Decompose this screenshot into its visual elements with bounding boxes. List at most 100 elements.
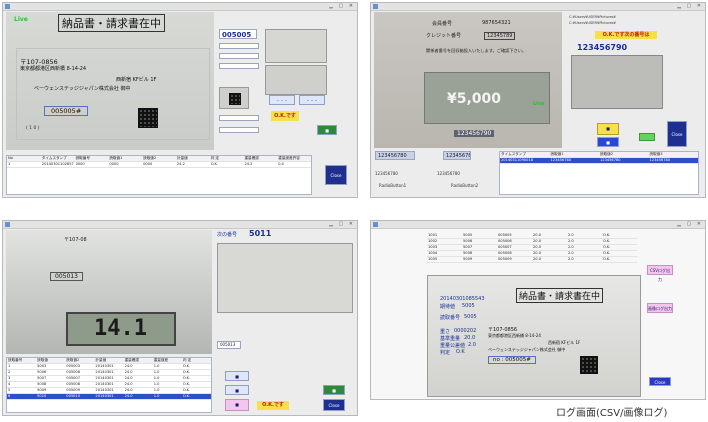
scale-reading: 14.1 bbox=[94, 316, 147, 341]
window-controls[interactable]: ▁ ▢ ✕ bbox=[677, 222, 703, 227]
live-indicator: Live bbox=[533, 101, 545, 107]
camera-view: 会員番号 987654321 クレジット番号 12345789 関係者番号を回収… bbox=[374, 12, 562, 148]
path-text-2: C:¥Users¥USER¥Pictures¥ bbox=[569, 21, 616, 25]
window-controls[interactable]: ▁ ▢ ✕ bbox=[677, 4, 703, 9]
input-field-3[interactable] bbox=[219, 63, 259, 69]
log-cell: 2.0 bbox=[568, 257, 574, 261]
judge-label: 判定 bbox=[440, 350, 451, 356]
column-header: 読取値1 bbox=[109, 156, 123, 160]
action-button-1[interactable]: ■ bbox=[225, 371, 249, 381]
window-controls[interactable]: ▁ ▢ ✕ bbox=[329, 4, 355, 9]
table-cell: 24.2 bbox=[244, 162, 253, 166]
table-cell: 24.0 bbox=[124, 370, 133, 374]
action-button-2[interactable]: ■ bbox=[225, 385, 249, 395]
scan-number-large: 123456790 bbox=[577, 43, 628, 52]
input-field-4[interactable] bbox=[219, 115, 259, 121]
close-button[interactable]: Close bbox=[649, 377, 671, 386]
log-cell: 20.0 bbox=[533, 233, 542, 237]
close-button[interactable]: Close bbox=[323, 399, 345, 411]
input-field-5[interactable] bbox=[219, 127, 259, 133]
radio-button-1[interactable]: RadioButton1 bbox=[379, 183, 406, 188]
table-row-selected[interactable]: 6 5010 005010 20140301 24.0 1.0 O.K. bbox=[7, 394, 211, 400]
input-field-2[interactable] bbox=[219, 53, 259, 59]
timestamp-text: 20140301085543 bbox=[440, 296, 485, 302]
log-cell: 5005 bbox=[463, 233, 473, 237]
table-cell: 20140301 bbox=[95, 388, 114, 392]
code-field: 005013 bbox=[217, 341, 241, 349]
log-cell: 5007 bbox=[463, 245, 473, 249]
card-label: クレジット番号 bbox=[426, 33, 462, 39]
column-header: 判 定 bbox=[182, 358, 192, 362]
close-button[interactable]: Close bbox=[325, 165, 347, 185]
column-header: タイムスタンプ bbox=[501, 152, 526, 156]
address-text: 東京都都港区西新橋 8-14-24 bbox=[488, 333, 541, 338]
window-controls[interactable]: ▁ ▢ ✕ bbox=[329, 222, 355, 227]
table-cell: 20140301102857 bbox=[41, 162, 74, 166]
document-thumbnail bbox=[217, 243, 353, 313]
panel-log-screen: ▁ ▢ ✕ 1001 5005 005005 20.0 2.0 O.K. 1002 5006… bbox=[370, 220, 706, 400]
log-cell: 005008 bbox=[498, 251, 512, 255]
results-table: No タイムスタンプ 読取番号 読取値1 読取値2 計量値 判 定 重量確認 重… bbox=[6, 155, 312, 195]
weight-value: 0000202 bbox=[454, 328, 477, 334]
table-cell: 005009 bbox=[66, 388, 80, 392]
action-button-1[interactable]: ・・・ bbox=[269, 95, 295, 105]
green-button[interactable]: ■ bbox=[317, 125, 337, 135]
judge-value: O.K bbox=[456, 349, 465, 355]
green-button[interactable] bbox=[639, 133, 655, 141]
table-row-selected[interactable]: 20140311090018 123456780 123456780 12345… bbox=[500, 158, 698, 164]
table-cell: O.K. bbox=[182, 382, 191, 386]
table-row[interactable]: 1 20140301102857 0000 0000 0000 24.2 O.K… bbox=[7, 162, 311, 168]
panel-card-check: ▁ ▢ ✕ 会員番号 987654321 クレジット番号 12345789 関係… bbox=[370, 2, 706, 198]
column-header: 読取値1 bbox=[550, 152, 564, 156]
member-value: 987654321 bbox=[482, 20, 511, 26]
log-cell: 2.0 bbox=[568, 233, 574, 237]
note-text: 関係者番号を回収箱投入いたします。ご確認下さい。 bbox=[426, 48, 527, 53]
log-cell: 20.0 bbox=[533, 257, 542, 261]
column-header: No bbox=[8, 156, 13, 160]
ok-status: O.K.です bbox=[257, 401, 289, 410]
table-cell: 5010 bbox=[37, 394, 47, 398]
table-cell: 0000 bbox=[109, 162, 119, 166]
table-cell: 005008 bbox=[66, 382, 80, 386]
window-titlebar: ▁ ▢ ✕ bbox=[371, 3, 705, 11]
log-cell: 2.0 bbox=[568, 245, 574, 249]
log-cell: 1002 bbox=[428, 239, 438, 243]
scale-display: 14.1 bbox=[66, 312, 176, 346]
app-icon bbox=[5, 222, 10, 227]
window-titlebar: ▁ ▢ ✕ bbox=[3, 3, 357, 11]
qr-preview-icon bbox=[229, 93, 241, 105]
weight-label: 重さ bbox=[440, 329, 451, 335]
log-cell: 5006 bbox=[463, 239, 473, 243]
company-text: ベーウェンステッジジャパン株式会社 御中 bbox=[488, 347, 566, 352]
table-cell: 24.0 bbox=[124, 364, 133, 368]
table-cell: 5008 bbox=[37, 382, 47, 386]
close-button[interactable]: Close bbox=[667, 121, 687, 147]
blue-small-button[interactable]: ■ bbox=[597, 137, 619, 147]
table-cell: 20140301 bbox=[95, 364, 114, 368]
ok-status: O.K.です bbox=[271, 111, 299, 121]
input-field-1[interactable] bbox=[219, 43, 259, 49]
table-cell: 005006 bbox=[66, 370, 80, 374]
table-cell: 5 bbox=[8, 388, 11, 392]
log-cell: O.K. bbox=[603, 257, 611, 261]
code-text: 005013 bbox=[50, 272, 83, 281]
log-cell: 1003 bbox=[428, 245, 438, 249]
yellow-button[interactable]: ■ bbox=[597, 123, 619, 135]
action-button-2[interactable]: ・・・ bbox=[299, 95, 325, 105]
green-button[interactable]: ■ bbox=[323, 385, 345, 395]
image-log-button[interactable]: 画像ログ出力 bbox=[647, 303, 673, 313]
table-cell: 24.0 bbox=[124, 394, 133, 398]
left-value-b: 123456780 bbox=[437, 171, 460, 176]
table-cell: 20140301 bbox=[95, 376, 114, 380]
csv-log-button[interactable]: CSVログ出力 bbox=[647, 265, 673, 282]
log-cell: 2.0 bbox=[568, 251, 574, 255]
column-header: 計量値 bbox=[176, 156, 188, 160]
radio-button-2[interactable]: RadioButton2 bbox=[451, 183, 478, 188]
table-cell: 123456780 bbox=[600, 158, 621, 162]
column-header: 読取値 bbox=[37, 358, 48, 362]
pink-button[interactable]: ■ bbox=[225, 399, 249, 411]
caption: ログ画面(CSV/画像ログ) bbox=[556, 408, 668, 419]
qr-preview bbox=[219, 87, 249, 109]
qr-code-icon bbox=[580, 356, 598, 374]
table-cell: 6 bbox=[8, 394, 11, 398]
